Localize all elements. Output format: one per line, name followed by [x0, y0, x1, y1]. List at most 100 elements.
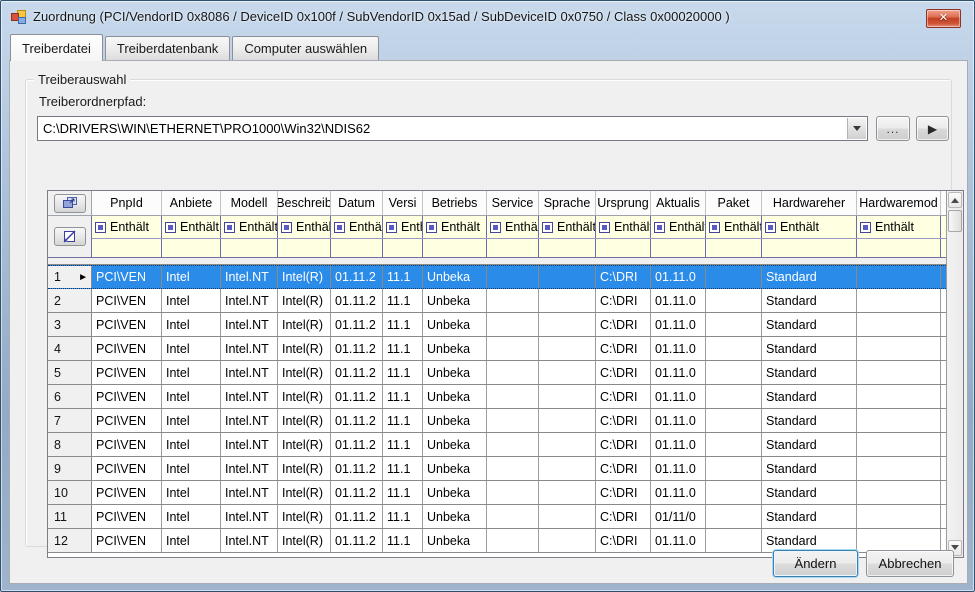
driver-path-input[interactable]	[38, 117, 867, 140]
cell[interactable]: PCI\VEN	[92, 266, 162, 288]
cell[interactable]	[487, 337, 539, 360]
cell[interactable]: Intel	[162, 433, 221, 456]
cell[interactable]	[706, 266, 762, 288]
cell[interactable]: Intel(R)	[278, 289, 331, 312]
cell[interactable]: PCI\VEN	[92, 337, 162, 360]
browse-button[interactable]: ...	[876, 116, 910, 141]
cell[interactable]: Intel.NT	[221, 266, 278, 288]
filter-input-cell[interactable]	[92, 239, 162, 257]
table-row[interactable]: 8PCI\VENIntelIntel.NTIntel(R)01.11.211.1…	[48, 433, 946, 457]
cell[interactable]: Intel	[162, 505, 221, 528]
cell[interactable]: Intel	[162, 289, 221, 312]
cell[interactable]: Intel	[162, 337, 221, 360]
cell[interactable]	[539, 266, 596, 288]
table-row[interactable]: 7PCI\VENIntelIntel.NTIntel(R)01.11.211.1…	[48, 409, 946, 433]
cell[interactable]: Intel	[162, 529, 221, 552]
cell[interactable]: Intel.NT	[221, 481, 278, 504]
cell[interactable]: C:\DRI	[596, 266, 651, 288]
cell[interactable]: C:\DRI	[596, 313, 651, 336]
cell[interactable]: Intel.NT	[221, 433, 278, 456]
cell[interactable]: Unbeka	[423, 361, 487, 384]
table-row[interactable]: 5PCI\VENIntelIntel.NTIntel(R)01.11.211.1…	[48, 361, 946, 385]
cell[interactable]	[706, 505, 762, 528]
cell[interactable]	[539, 457, 596, 480]
cell[interactable]: Standard	[762, 385, 857, 408]
cell[interactable]: Unbeka	[423, 433, 487, 456]
cell[interactable]: C:\DRI	[596, 529, 651, 552]
cell[interactable]: Standard	[762, 313, 857, 336]
cell[interactable]	[706, 361, 762, 384]
driver-path-combobox[interactable]	[37, 116, 868, 141]
cell[interactable]: Unbeka	[423, 337, 487, 360]
column-header[interactable]: Datum	[331, 191, 383, 215]
column-header[interactable]: Versi	[383, 191, 423, 215]
filter-input-cell[interactable]	[221, 239, 278, 257]
cell[interactable]: C:\DRI	[596, 289, 651, 312]
filter-operator-cell[interactable]: Enthält	[857, 216, 941, 238]
cell[interactable]	[539, 361, 596, 384]
cell[interactable]: 01.11.2	[331, 337, 383, 360]
clear-filter-button[interactable]	[54, 227, 86, 246]
column-header[interactable]: Paket	[706, 191, 762, 215]
table-row[interactable]: 1►PCI\VENIntelIntel.NTIntel(R)01.11.211.…	[48, 265, 946, 289]
column-chooser-button[interactable]	[54, 194, 86, 213]
row-header[interactable]: 1►	[48, 266, 92, 288]
cell[interactable]	[857, 361, 941, 384]
filter-operator-cell[interactable]: Enthält	[221, 216, 278, 238]
cell[interactable]: 01.11.2	[331, 266, 383, 288]
cell[interactable]: Intel(R)	[278, 266, 331, 288]
cell[interactable]: Intel	[162, 457, 221, 480]
cell[interactable]: PCI\VEN	[92, 361, 162, 384]
filter-input-cell[interactable]	[651, 239, 706, 257]
row-header[interactable]: 3	[48, 313, 92, 336]
tab-treiberdatei[interactable]: Treiberdatei	[10, 34, 103, 61]
cell[interactable]: 01.11.0	[651, 337, 706, 360]
cell[interactable]	[857, 481, 941, 504]
cell[interactable]	[857, 337, 941, 360]
cell[interactable]	[487, 361, 539, 384]
cell[interactable]	[487, 433, 539, 456]
cell[interactable]: PCI\VEN	[92, 505, 162, 528]
cell[interactable]	[487, 505, 539, 528]
table-row[interactable]: 9PCI\VENIntelIntel.NTIntel(R)01.11.211.1…	[48, 457, 946, 481]
cell[interactable]	[539, 313, 596, 336]
table-row[interactable]: 10PCI\VENIntelIntel.NTIntel(R)01.11.211.…	[48, 481, 946, 505]
filter-operator-cell[interactable]: Enthält	[651, 216, 706, 238]
cell[interactable]: 01.11.0	[651, 289, 706, 312]
cell[interactable]: 01.11.0	[651, 385, 706, 408]
cell[interactable]: Intel.NT	[221, 313, 278, 336]
cell[interactable]: Standard	[762, 337, 857, 360]
column-header[interactable]: PnpId	[92, 191, 162, 215]
cell[interactable]: Intel.NT	[221, 529, 278, 552]
tab-treiberdatenbank[interactable]: Treiberdatenbank	[105, 36, 230, 60]
cell[interactable]: C:\DRI	[596, 337, 651, 360]
cell[interactable]: C:\DRI	[596, 481, 651, 504]
column-header[interactable]: Hardwareher	[762, 191, 857, 215]
column-header[interactable]: Ursprung	[596, 191, 651, 215]
cell[interactable]	[539, 529, 596, 552]
cell[interactable]	[487, 385, 539, 408]
cell[interactable]: Intel	[162, 385, 221, 408]
cell[interactable]: PCI\VEN	[92, 457, 162, 480]
cell[interactable]: C:\DRI	[596, 457, 651, 480]
cell[interactable]	[857, 266, 941, 288]
cell[interactable]	[706, 529, 762, 552]
cell[interactable]	[539, 385, 596, 408]
cell[interactable]	[539, 433, 596, 456]
cell[interactable]: Intel	[162, 409, 221, 432]
cell[interactable]: Standard	[762, 481, 857, 504]
vertical-scrollbar[interactable]	[946, 191, 963, 557]
filter-operator-cell[interactable]: Enthält	[383, 216, 423, 238]
filter-operator-cell[interactable]: Enthält	[539, 216, 596, 238]
cell[interactable]: PCI\VEN	[92, 385, 162, 408]
cell[interactable]: Intel.NT	[221, 337, 278, 360]
cell[interactable]	[706, 337, 762, 360]
combobox-dropdown-button[interactable]	[847, 118, 866, 139]
filter-operator-cell[interactable]: Enthält	[331, 216, 383, 238]
cell[interactable]	[487, 529, 539, 552]
cell[interactable]	[487, 409, 539, 432]
cell[interactable]	[539, 409, 596, 432]
row-header[interactable]: 8	[48, 433, 92, 456]
cell[interactable]: 01.11.0	[651, 457, 706, 480]
row-header[interactable]: 12	[48, 529, 92, 552]
